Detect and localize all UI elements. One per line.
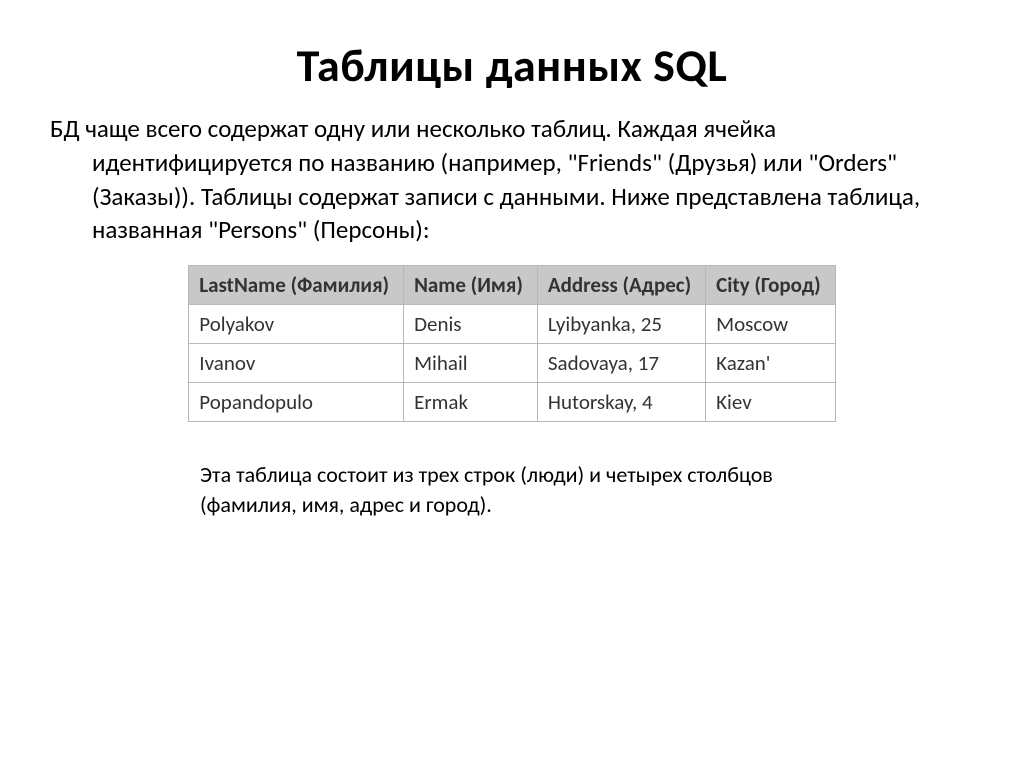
col-header-lastname: LastName (Фамилия): [189, 266, 404, 305]
cell-city: Kiev: [706, 383, 836, 422]
table-caption: Эта таблица состоит из трех строк (люди)…: [200, 460, 874, 519]
cell-lastname: Popandopulo: [189, 383, 404, 422]
cell-address: Sadovaya, 17: [537, 344, 705, 383]
slide: Таблицы данных SQL БД чаще всего содержа…: [0, 0, 1024, 768]
slide-title: Таблицы данных SQL: [50, 38, 974, 94]
cell-city: Kazan': [706, 344, 836, 383]
persons-table: LastName (Фамилия) Name (Имя) Address (А…: [188, 265, 835, 422]
col-header-address: Address (Адрес): [537, 266, 705, 305]
table-container: LastName (Фамилия) Name (Имя) Address (А…: [50, 265, 974, 422]
cell-name: Mihail: [404, 344, 538, 383]
cell-lastname: Polyakov: [189, 305, 404, 344]
col-header-city: City (Город): [706, 266, 836, 305]
table-row: Popandopulo Ermak Hutorskay, 4 Kiev: [189, 383, 835, 422]
table-header-row: LastName (Фамилия) Name (Имя) Address (А…: [189, 266, 835, 305]
table-row: Polyakov Denis Lyibyanka, 25 Moscow: [189, 305, 835, 344]
cell-name: Denis: [404, 305, 538, 344]
cell-lastname: Ivanov: [189, 344, 404, 383]
body-paragraph: БД чаще всего содержат одну или нескольк…: [50, 112, 974, 247]
cell-address: Hutorskay, 4: [537, 383, 705, 422]
table-row: Ivanov Mihail Sadovaya, 17 Kazan': [189, 344, 835, 383]
cell-address: Lyibyanka, 25: [537, 305, 705, 344]
col-header-name: Name (Имя): [404, 266, 538, 305]
cell-name: Ermak: [404, 383, 538, 422]
cell-city: Moscow: [706, 305, 836, 344]
